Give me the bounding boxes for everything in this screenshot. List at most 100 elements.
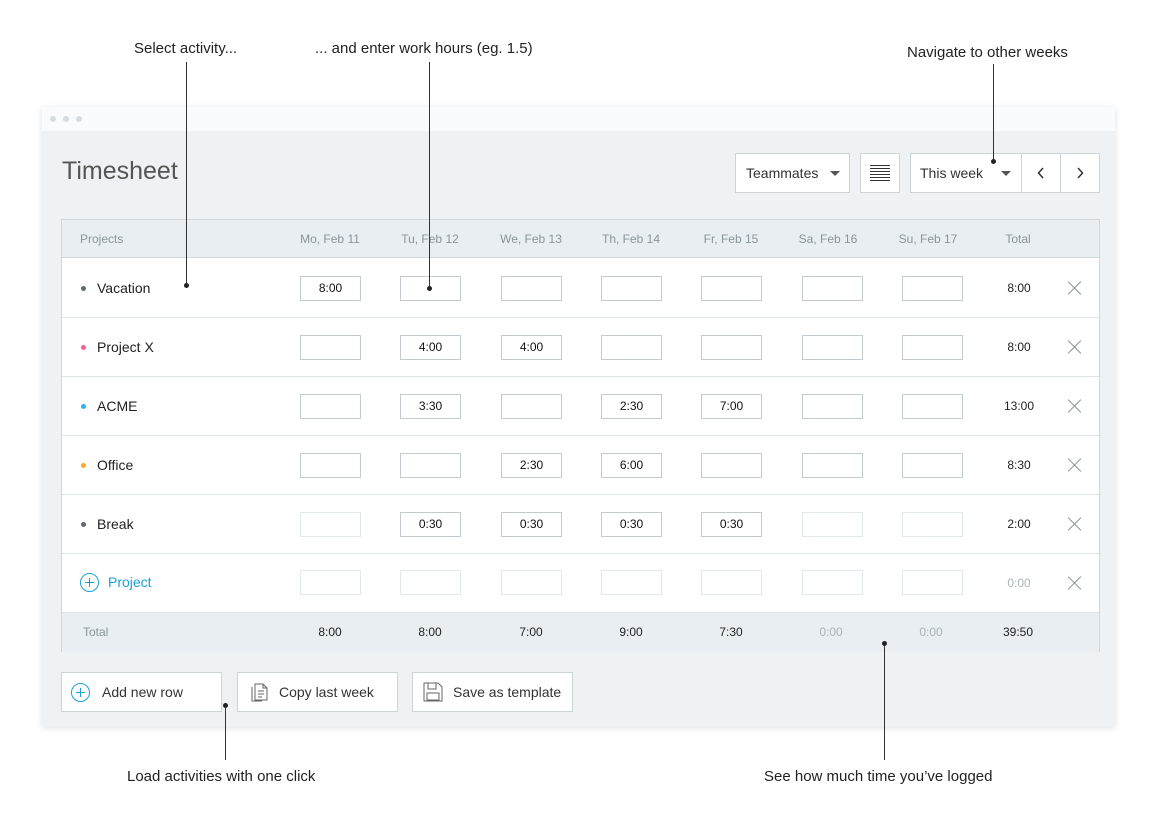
hours-input[interactable] [802, 453, 863, 478]
hours-input[interactable] [802, 335, 863, 360]
annotation-dot [427, 286, 432, 291]
next-week-button[interactable] [1060, 153, 1100, 193]
window-titlebar [42, 107, 1115, 131]
hours-input[interactable] [902, 570, 963, 595]
column-header-day: Tu, Feb 12 [401, 232, 459, 246]
annotation-dot [991, 159, 996, 164]
annotation-leader-line [225, 706, 226, 760]
hours-input[interactable] [701, 570, 762, 595]
window-control-icon[interactable] [63, 116, 69, 122]
hours-input[interactable] [400, 570, 461, 595]
hours-input[interactable] [300, 570, 361, 595]
close-icon[interactable] [1068, 399, 1082, 413]
hours-input[interactable] [300, 335, 361, 360]
list-view-button[interactable] [860, 153, 900, 193]
hours-input[interactable]: 8:00 [300, 276, 361, 301]
week-dropdown[interactable]: This week [910, 153, 1022, 193]
row-total: 8:30 [1007, 458, 1031, 472]
add-new-row-label: Add new row [102, 684, 183, 700]
annotation-see-logged: See how much time you’ve logged [764, 768, 993, 785]
project-select[interactable]: ACME [97, 377, 137, 436]
copy-last-week-button[interactable]: Copy last week [237, 672, 398, 712]
annotation-load-activities: Load activities with one click [127, 768, 316, 785]
column-header-projects: Projects [80, 232, 124, 246]
annotation-leader-line [429, 62, 430, 286]
hours-input[interactable] [902, 335, 963, 360]
column-header-day: Mo, Feb 11 [300, 232, 360, 246]
hours-input[interactable]: 2:30 [501, 453, 562, 478]
day-total: 7:30 [719, 625, 743, 639]
hours-input[interactable]: 3:30 [400, 394, 461, 419]
save-as-template-label: Save as template [453, 684, 562, 700]
hours-input[interactable] [601, 570, 662, 595]
project-select[interactable]: Project X [97, 318, 154, 377]
project-color-dot [81, 522, 86, 527]
copy-document-icon [251, 683, 268, 702]
close-icon[interactable] [1068, 281, 1082, 295]
hours-input[interactable]: 0:30 [601, 512, 662, 537]
hours-input[interactable] [802, 276, 863, 301]
caret-down-icon [1001, 170, 1012, 176]
hours-input[interactable] [802, 512, 863, 537]
hours-input[interactable] [902, 394, 963, 419]
hours-input[interactable] [300, 394, 361, 419]
add-circle-icon [71, 683, 90, 702]
hours-input[interactable]: 0:30 [400, 512, 461, 537]
totals-label: Total [83, 625, 109, 639]
prev-week-button[interactable] [1021, 153, 1061, 193]
hours-input[interactable] [902, 453, 963, 478]
hours-input[interactable]: 4:00 [400, 335, 461, 360]
teammates-dropdown[interactable]: Teammates [735, 153, 850, 193]
hours-input[interactable] [300, 453, 361, 478]
close-icon[interactable] [1068, 517, 1082, 531]
window-control-icon[interactable] [76, 116, 82, 122]
hours-input[interactable]: 4:00 [501, 335, 562, 360]
hours-input[interactable] [601, 276, 662, 301]
add-new-row-button[interactable]: Add new row [61, 672, 222, 712]
hours-input[interactable] [902, 276, 963, 301]
hours-input[interactable] [501, 276, 562, 301]
hours-input[interactable] [902, 512, 963, 537]
hours-input[interactable]: 0:30 [701, 512, 762, 537]
project-color-dot [81, 463, 86, 468]
project-color-dot [81, 286, 86, 291]
add-project-link[interactable]: Project [108, 554, 152, 611]
column-header-day: We, Feb 13 [500, 232, 562, 246]
close-icon[interactable] [1068, 458, 1082, 472]
close-icon[interactable] [1068, 340, 1082, 354]
annotation-leader-line [186, 62, 187, 286]
annotation-select-activity: Select activity... [134, 40, 238, 57]
close-icon[interactable] [1068, 576, 1082, 590]
hours-input[interactable] [802, 570, 863, 595]
add-circle-icon[interactable] [80, 573, 99, 592]
day-total: 0:00 [919, 625, 943, 639]
timesheet-window: Timesheet Teammates This week Projects M… [42, 107, 1115, 727]
project-color-dot [81, 345, 86, 350]
project-select[interactable]: Break [97, 495, 134, 554]
hours-input[interactable] [400, 453, 461, 478]
hours-input[interactable] [802, 394, 863, 419]
grand-total: 39:50 [1002, 625, 1034, 639]
hours-input[interactable] [501, 394, 562, 419]
window-control-icon[interactable] [50, 116, 56, 122]
hours-input[interactable] [501, 570, 562, 595]
caret-down-icon [830, 170, 841, 176]
hours-input[interactable]: 0:30 [501, 512, 562, 537]
hours-input[interactable] [300, 512, 361, 537]
hours-input[interactable]: 7:00 [701, 394, 762, 419]
hours-input[interactable]: 6:00 [601, 453, 662, 478]
hours-input[interactable] [601, 335, 662, 360]
table-row: Office 2:30 6:00 8:30 [62, 436, 1099, 495]
project-select[interactable]: Vacation [97, 259, 150, 318]
annotation-dot [882, 641, 887, 646]
project-select[interactable]: Office [97, 436, 133, 495]
column-header-day: Th, Feb 14 [601, 232, 661, 246]
hours-input[interactable]: 2:30 [601, 394, 662, 419]
day-total: 7:00 [519, 625, 543, 639]
annotation-leader-line [884, 644, 885, 760]
hours-input[interactable] [701, 276, 762, 301]
hours-input[interactable] [701, 453, 762, 478]
new-project-row: Project 0:00 [62, 554, 1099, 613]
save-as-template-button[interactable]: Save as template [412, 672, 573, 712]
hours-input[interactable] [701, 335, 762, 360]
